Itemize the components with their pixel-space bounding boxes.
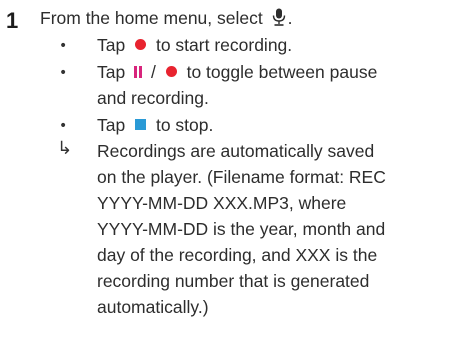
bullet-text-after: to start recording. bbox=[155, 35, 293, 55]
result-line: Recordings are automatically saved bbox=[97, 141, 375, 161]
bullet-stop: Tap to stop. bbox=[97, 112, 213, 138]
bullet-text-after: to toggle between pause bbox=[186, 62, 378, 82]
bullet-marker: • bbox=[59, 38, 68, 54]
manual-page: 1 From the home menu, select . • Tap to … bbox=[0, 0, 449, 360]
bullet-start-recording: Tap to start recording. bbox=[97, 32, 292, 58]
bullet-toggle-pause-cont: and recording. bbox=[97, 88, 209, 108]
result-line: YYYY-MM-DD is the year, month and bbox=[97, 219, 386, 239]
result-line: automatically.) bbox=[97, 297, 209, 317]
stop-icon bbox=[135, 119, 147, 131]
step-number: 1 bbox=[6, 8, 19, 33]
bullet-toggle-pause: Tap / to toggle between pause bbox=[97, 59, 377, 85]
record-icon bbox=[165, 66, 177, 78]
microphone-icon bbox=[272, 8, 285, 27]
bullet-marker: • bbox=[59, 65, 68, 81]
result-line: on the player. (Filename format: REC bbox=[97, 167, 386, 187]
record-icon bbox=[135, 39, 147, 51]
bullet-text-before: Tap bbox=[97, 35, 126, 55]
result-arrow-icon: ↳ bbox=[57, 138, 73, 159]
step-intro-end: . bbox=[287, 8, 293, 28]
bullet-text-before: Tap bbox=[97, 62, 126, 82]
bullet-marker: • bbox=[59, 118, 68, 134]
bullet-separator: / bbox=[150, 62, 156, 82]
result-line: day of the recording, and XXX is the bbox=[97, 245, 378, 265]
bullet-text-before: Tap bbox=[97, 115, 126, 135]
pause-icon bbox=[134, 65, 143, 78]
result-line: YYYY-MM-DD XXX.MP3, where bbox=[97, 193, 347, 213]
bullet-text-after: to stop. bbox=[155, 115, 214, 135]
result-line: recording number that is generated bbox=[97, 271, 370, 291]
step-intro: From the home menu, select . bbox=[40, 5, 292, 31]
step-intro-text: From the home menu, select bbox=[40, 8, 263, 28]
